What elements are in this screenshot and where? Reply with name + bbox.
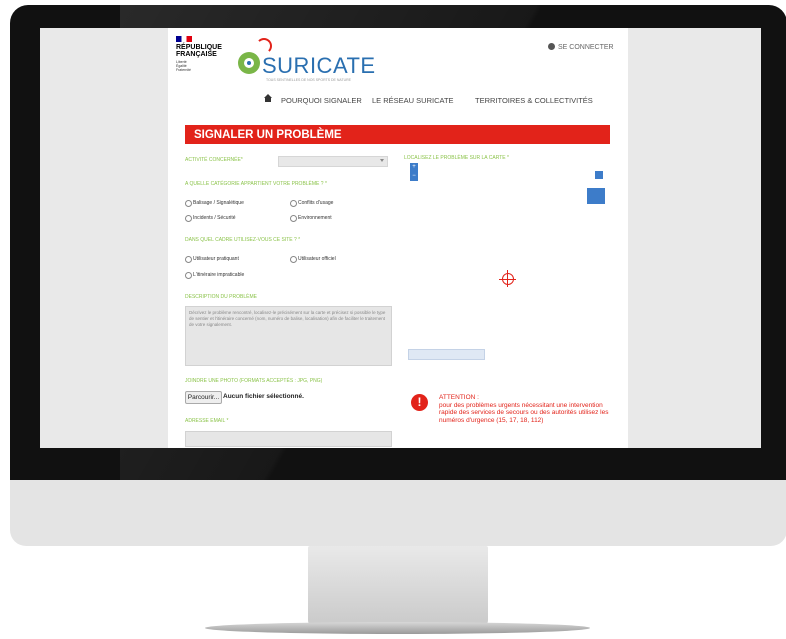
map-area[interactable]: [404, 164, 609, 364]
radio-officiel[interactable]: [290, 256, 297, 263]
suricate-logo[interactable]: SURICATE: [262, 53, 376, 79]
activity-select[interactable]: [278, 156, 388, 167]
page-margin-left: [40, 28, 168, 448]
user-icon[interactable]: [548, 43, 555, 50]
practice-label: DANS QUEL CADRE UTILISEZ-VOUS CE SITE ? …: [185, 237, 301, 243]
description-label: DESCRIPTION DU PROBLÈME: [185, 294, 257, 300]
practice-option[interactable]: Utilisateur pratiquant: [193, 256, 239, 262]
french-flag-icon: [176, 36, 192, 42]
page-margin-right: [628, 28, 761, 448]
nav-item-territoires[interactable]: TERRITOIRES & COLLECTIVITÉS: [475, 96, 593, 105]
republique-francaise-logo[interactable]: RÉPUBLIQUE FRANÇAISE Liberté Égalité Fra…: [176, 36, 222, 72]
home-icon-body[interactable]: [265, 98, 271, 102]
category-option[interactable]: Conflits d'usage: [298, 200, 333, 206]
browse-button[interactable]: Parcourir...: [185, 391, 222, 404]
email-field[interactable]: [185, 431, 392, 447]
practice-option[interactable]: Utilisateur officiel: [298, 256, 336, 262]
form-title: SIGNALER UN PROBLÈME: [194, 129, 342, 141]
web-page: RÉPUBLIQUE FRANÇAISE Liberté Égalité Fra…: [168, 28, 628, 448]
zoom-in-button[interactable]: +: [411, 163, 417, 172]
map-layer-button[interactable]: [595, 171, 603, 179]
map-menu-button[interactable]: [587, 188, 605, 204]
alert-title: ATTENTION :: [439, 394, 479, 401]
chevron-down-icon[interactable]: [380, 159, 384, 162]
radio-conflits[interactable]: [290, 200, 297, 207]
zoom-out-button[interactable]: −: [411, 172, 417, 181]
alert-text: pour des problèmes urgents nécessitant u…: [439, 402, 609, 424]
category-option[interactable]: Balisage / Signalétique: [193, 200, 244, 206]
radio-pratiquant[interactable]: [185, 256, 192, 263]
attach-label: JOINDRE UNE PHOTO (FORMATS ACCEPTÉS : JP…: [185, 378, 323, 384]
radio-environnement[interactable]: [290, 215, 297, 222]
gov-motto: Liberté Égalité Fraternité: [176, 60, 191, 72]
radio-impraticable[interactable]: [185, 272, 192, 279]
practice-option[interactable]: L'itinéraire impraticable: [193, 272, 244, 278]
signal-icon: [256, 38, 272, 54]
no-file-text: Aucun fichier sélectionné.: [223, 393, 304, 400]
map-label: LOCALISEZ LE PROBLÈME SUR LA CARTE *: [404, 155, 509, 161]
email-label: ADRESSE EMAIL *: [185, 418, 229, 424]
logo-tagline: TOUS SENTINELLES DE NOS SPORTS DE NATURE: [266, 78, 351, 82]
description-placeholder: Décrivez le problème rencontré, localise…: [189, 310, 386, 327]
category-option[interactable]: Incidents / Sécurité: [193, 215, 236, 221]
category-option[interactable]: Environnement: [298, 215, 332, 221]
monitor-stand-base: [205, 622, 590, 634]
monitor-screen: RÉPUBLIQUE FRANÇAISE Liberté Égalité Fra…: [40, 28, 761, 448]
nav-item-pourquoi[interactable]: POURQUOI SIGNALER: [281, 96, 362, 105]
alert-icon: !: [411, 394, 428, 411]
crosshair-v: [507, 270, 508, 287]
monitor-chin: [10, 480, 786, 546]
radio-incidents[interactable]: [185, 215, 192, 222]
gov-name: RÉPUBLIQUE FRANÇAISE: [176, 44, 222, 58]
monitor-stand-neck: [308, 546, 488, 628]
category-label: A QUELLE CATÉGORIE APPARTIENT VOTRE PROB…: [185, 181, 327, 187]
radio-balisage[interactable]: [185, 200, 192, 207]
login-link[interactable]: SE CONNECTER: [558, 44, 614, 51]
nav-item-reseau[interactable]: LE RÉSEAU SURICATE: [372, 96, 454, 105]
activity-label: ACTIVITÉ CONCERNÉE*: [185, 157, 243, 163]
pin-dot: [247, 61, 251, 65]
map-search-input[interactable]: [408, 349, 485, 360]
